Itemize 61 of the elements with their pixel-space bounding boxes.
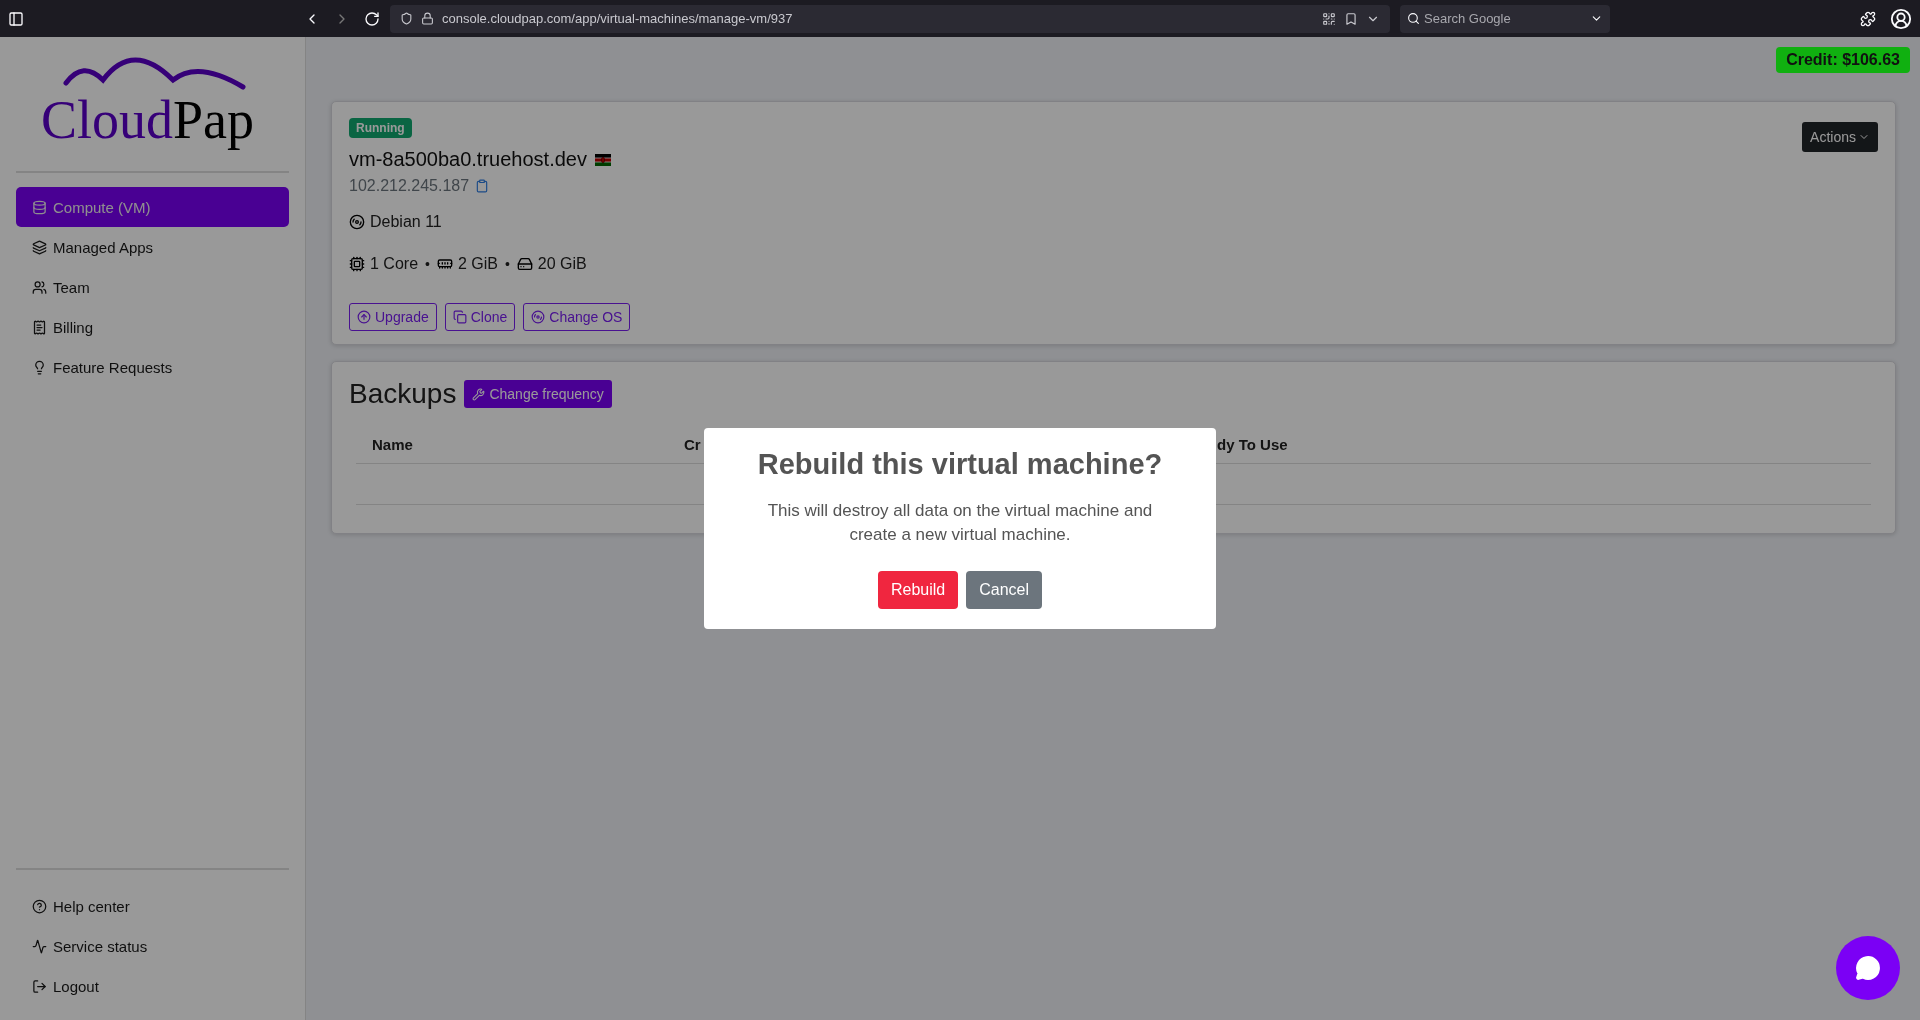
sidebar-toggle-icon[interactable] [8, 10, 24, 27]
disc-icon [531, 310, 546, 324]
wrench-icon [472, 387, 486, 401]
sidebar-item[interactable]: Feature Requests [16, 347, 289, 387]
sidebar-item[interactable]: Help center [16, 886, 289, 926]
lock-icon [421, 12, 434, 25]
section-title: Backups [349, 378, 457, 410]
extensions-icon[interactable] [1860, 10, 1876, 27]
sidebar-item[interactable]: Managed Apps [16, 227, 289, 267]
sidebar-item[interactable]: Compute (VM) [16, 187, 289, 227]
spec-text: 20 GiB [537, 255, 587, 273]
dialog-title: Rebuild this virtual machine? [757, 448, 1163, 482]
bookmark-icon[interactable] [1344, 11, 1358, 26]
clipboard-icon[interactable] [475, 179, 490, 193]
sidebar-item[interactable]: Service status [16, 926, 289, 966]
change-frequency-button[interactable]: Change frequency [464, 380, 612, 408]
disc-icon [349, 214, 365, 230]
address-bar[interactable]: console.cloudpap.com/app/virtual-machines/manage-vm/937 [390, 4, 1390, 33]
pulse-icon [32, 938, 47, 954]
layers-icon [32, 239, 47, 255]
qr-code-icon[interactable] [1322, 11, 1336, 26]
receipt-icon [32, 319, 47, 335]
chat-icon [1855, 955, 1881, 981]
url-text: console.cloudpap.com/app/virtual-machines/manage-vm/937 [442, 11, 794, 26]
spec-text: 1 Core [370, 255, 419, 273]
column-header: dy To Use [1217, 436, 1289, 453]
reload-icon[interactable] [364, 10, 380, 27]
os-name: Debian 11 [370, 213, 442, 231]
dialog-message: This will destroy all data on the virtual machine and create a new virtual machine. [766, 500, 1154, 546]
lightbulb-icon [32, 359, 47, 375]
actions-button[interactable]: Actions [1802, 122, 1878, 152]
column-header: Name [372, 436, 414, 453]
help-icon [32, 898, 47, 914]
sidebar-item[interactable]: Team [16, 267, 289, 307]
people-icon [32, 279, 47, 295]
copy-icon [452, 310, 467, 324]
logout-icon [32, 978, 47, 994]
column-header: Cr [684, 436, 702, 453]
separator-dot: • [504, 256, 510, 272]
sidebar-item[interactable]: Logout [16, 966, 289, 1006]
flag-icon [594, 153, 611, 166]
search-field[interactable]: Search Google [1400, 4, 1610, 33]
dialog-button[interactable]: Cancel [966, 570, 1043, 609]
separator-dot: • [425, 256, 430, 272]
search-icon [1407, 11, 1420, 25]
action-button[interactable]: Upgrade [349, 303, 437, 331]
spec-text: 2 GiB [457, 255, 498, 273]
hostname: vm-8a500ba0.truehost.dev [349, 148, 587, 171]
action-button[interactable]: Change OS [523, 303, 631, 331]
shield-icon [400, 12, 413, 25]
sidebar-item[interactable]: Billing [16, 307, 289, 347]
status-badge: Running [349, 118, 412, 138]
database-icon [32, 199, 47, 215]
ip-address: 102.212.245.187 [349, 177, 470, 195]
arrow-up-circle-icon [357, 310, 371, 324]
credit-badge: Credit: $106.63 [1776, 47, 1910, 73]
action-button[interactable]: Clone [444, 303, 516, 331]
account-icon[interactable] [1890, 7, 1912, 30]
memory-icon [436, 256, 453, 272]
dialog-button[interactable]: Rebuild [877, 570, 959, 609]
cpu-icon [349, 256, 365, 272]
